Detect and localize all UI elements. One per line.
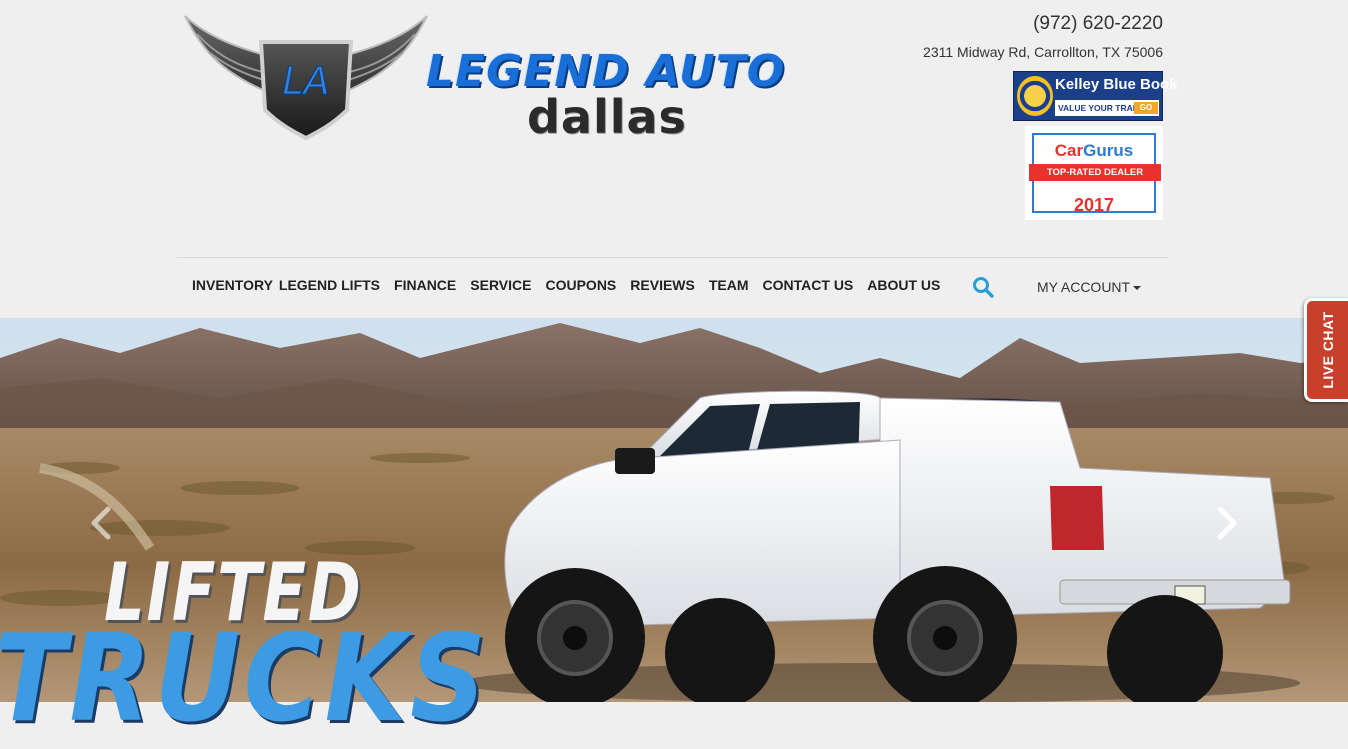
logo-name-line2: dallas xyxy=(527,90,687,144)
cargurus-year: 2017 xyxy=(1073,195,1115,215)
slider-prev-button[interactable] xyxy=(88,506,114,540)
my-account-dropdown[interactable]: MY ACCOUNT xyxy=(1037,279,1142,295)
dealer-address[interactable]: 2311 Midway Rd, Carrollton, TX 75006 xyxy=(923,44,1163,60)
nav-item-contact-us[interactable]: CONTACT US xyxy=(763,277,854,293)
caret-down-icon xyxy=(1133,286,1142,291)
nav-item-about-us[interactable]: ABOUT US xyxy=(867,277,940,293)
cargurus-logo-gurus: Gurus xyxy=(1083,141,1134,160)
cargurus-ribbon: TOP-RATED DEALER xyxy=(1029,164,1161,181)
slider-next-button[interactable] xyxy=(1214,506,1240,540)
my-account-label: MY ACCOUNT xyxy=(1037,279,1131,295)
kbb-go-button: GO xyxy=(1134,102,1158,114)
kbb-trade-in-badge[interactable]: Kelley Blue Book VALUE YOUR TRADE-IN GO xyxy=(1013,71,1178,121)
main-nav: INVENTORY LEGEND LIFTS FINANCE SERVICE C… xyxy=(192,277,954,293)
kbb-title: Kelley Blue Book xyxy=(1055,76,1178,93)
kbb-seal-icon xyxy=(1017,76,1053,116)
live-chat-label: LIVE CHAT xyxy=(1319,311,1336,389)
site-header: LA LEGEND AUTO dallas (972) 620-2220 231… xyxy=(0,0,1348,318)
logo-monogram: LA xyxy=(282,59,329,103)
nav-item-finance[interactable]: FINANCE xyxy=(394,277,456,293)
cargurus-logo-car: Car xyxy=(1054,141,1084,160)
nav-item-reviews[interactable]: REVIEWS xyxy=(630,277,695,293)
nav-item-inventory[interactable]: INVENTORY xyxy=(192,277,273,293)
live-chat-button[interactable]: LIVE CHAT xyxy=(1304,298,1348,402)
nav-divider xyxy=(177,257,1168,258)
nav-item-coupons[interactable]: COUPONS xyxy=(545,277,616,293)
phone-number[interactable]: (972) 620-2220 xyxy=(923,12,1163,36)
hero-headline-line2: TRUCKS xyxy=(0,610,490,749)
chevron-left-icon xyxy=(91,506,111,540)
nav-item-team[interactable]: TEAM xyxy=(709,277,749,293)
chevron-right-icon xyxy=(1217,506,1237,540)
cargurus-logo: CarGurus xyxy=(1034,141,1154,161)
site-logo[interactable]: LA LEGEND AUTO dallas xyxy=(183,12,784,147)
search-button[interactable] xyxy=(972,276,994,298)
contact-block: (972) 620-2220 2311 Midway Rd, Carrollto… xyxy=(923,12,1163,60)
nav-item-service[interactable]: SERVICE xyxy=(470,277,531,293)
search-icon xyxy=(973,277,994,298)
cargurus-badge[interactable]: CarGurus 2017 TOP-RATED DEALER xyxy=(1025,126,1163,220)
nav-item-legend-lifts[interactable]: LEGEND LIFTS xyxy=(279,277,380,293)
